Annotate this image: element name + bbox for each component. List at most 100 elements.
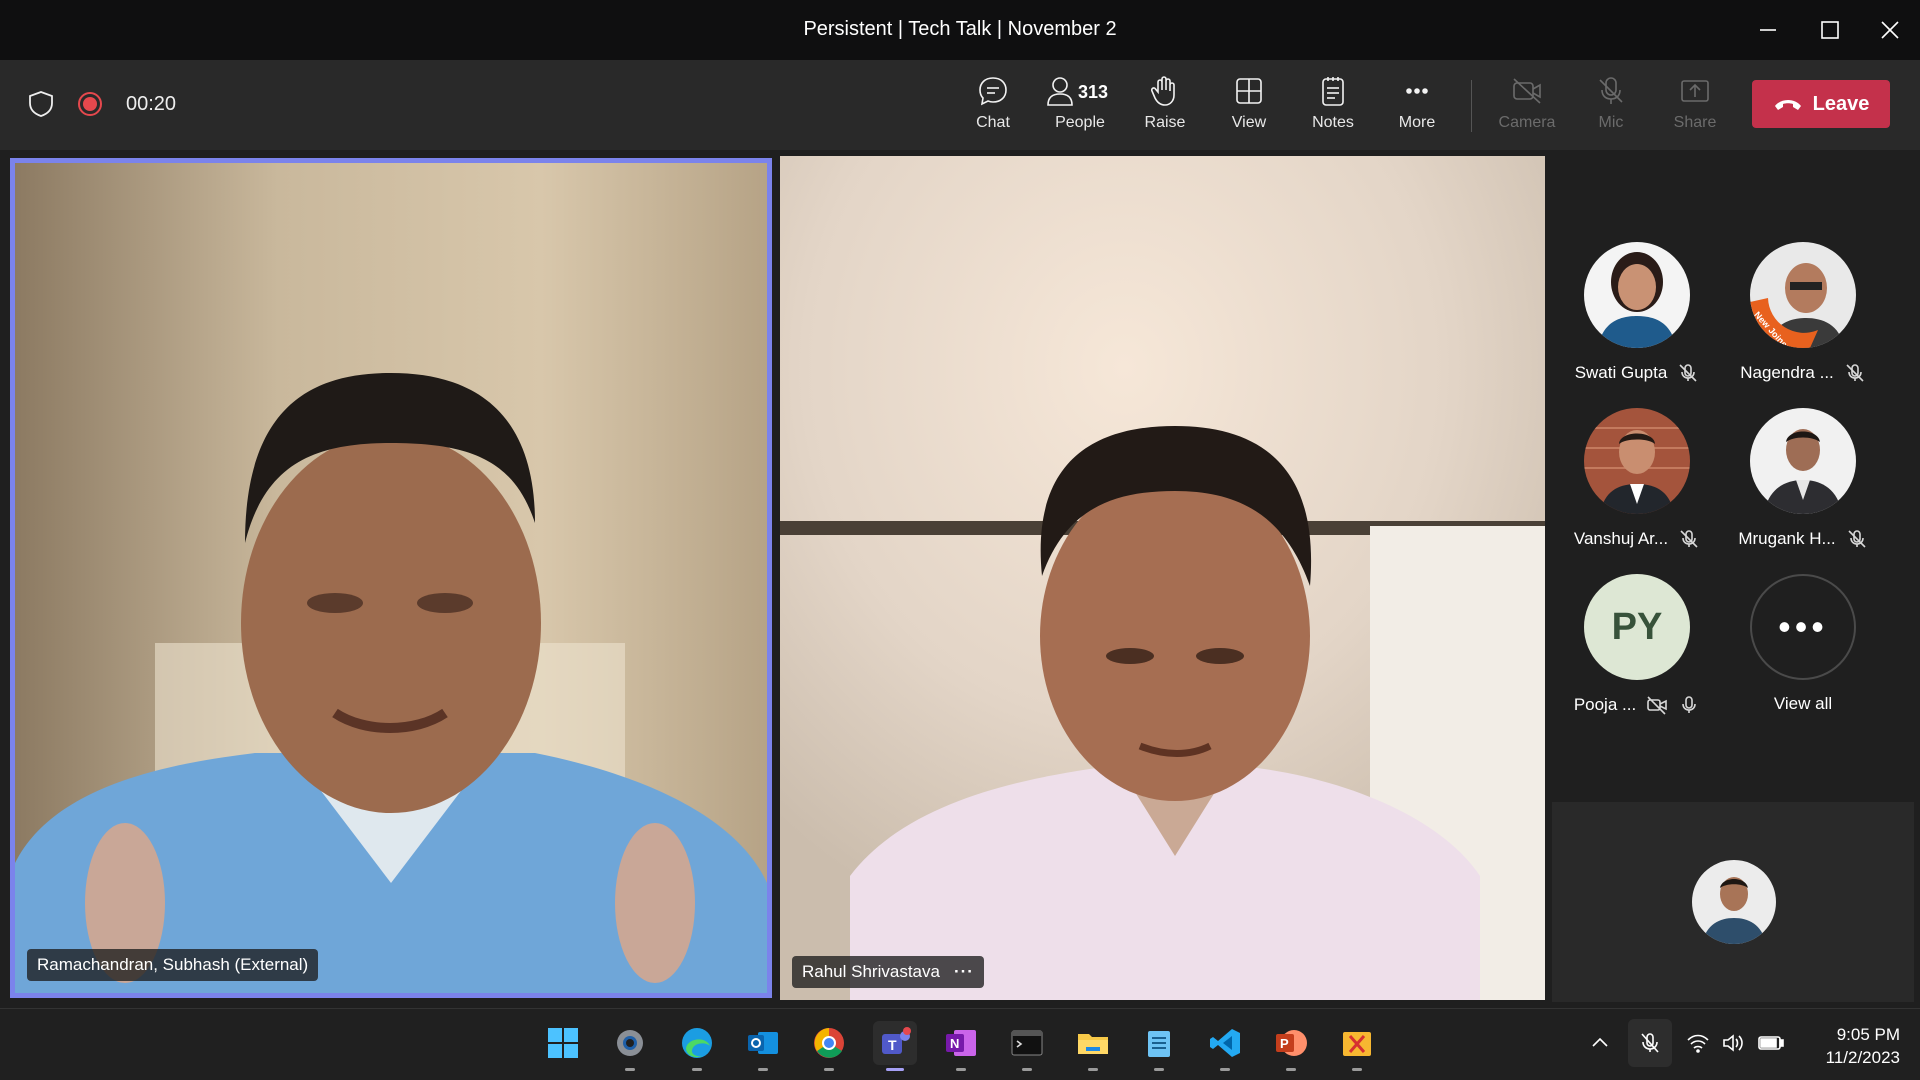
taskbar-powerpoint[interactable]: P: [1269, 1021, 1313, 1071]
vscode-icon: [1210, 1029, 1240, 1057]
start-button[interactable]: [541, 1021, 585, 1065]
minimize-button[interactable]: [1748, 12, 1788, 48]
mic-label: Mic: [1598, 114, 1624, 131]
avatar: [1584, 242, 1690, 348]
meeting-toolbar: 00:20 Chat 313 People Raise View Notes M…: [0, 60, 1920, 150]
notes-button[interactable]: Notes: [1293, 74, 1373, 140]
taskbar-notepad[interactable]: [1137, 1021, 1181, 1071]
mic-off-icon: [1846, 364, 1864, 382]
window-title: Persistent | Tech Talk | November 2: [803, 18, 1117, 40]
people-label: People: [1055, 114, 1105, 131]
taskbar-vscode[interactable]: [1203, 1021, 1247, 1071]
notes-icon: [1322, 77, 1344, 106]
close-window-button[interactable]: [1870, 12, 1910, 48]
mic-off-icon: [1641, 1033, 1659, 1053]
participant-gallery: Swati Gupta New Joiner Nagendra ... Vans…: [1552, 156, 1914, 796]
meeting-timer: 00:20: [126, 92, 177, 115]
outlook-icon: [748, 1032, 778, 1054]
taskbar-snipping-tool[interactable]: [1335, 1021, 1379, 1071]
chat-button[interactable]: Chat: [953, 74, 1033, 140]
wifi-button[interactable]: [1686, 1033, 1710, 1058]
close-icon: [1881, 21, 1899, 39]
participant-video-feed: [780, 156, 1545, 1000]
raise-label: Raise: [1144, 114, 1186, 131]
raise-hand-icon: [1150, 76, 1175, 106]
participant-name: Swati Gupta: [1574, 363, 1668, 382]
running-indicator: [956, 1068, 966, 1071]
maximize-icon: [1821, 21, 1839, 39]
share-button[interactable]: Share: [1655, 74, 1735, 140]
avatar: New Joiner: [1750, 242, 1856, 348]
chat-label: Chat: [976, 114, 1010, 131]
taskbar-teams[interactable]: T: [873, 1021, 917, 1071]
powerpoint-icon: P: [1276, 1030, 1307, 1056]
camera-label: Camera: [1498, 114, 1556, 131]
participant-name: Pooja ...: [1573, 695, 1637, 714]
system-clock[interactable]: 9:05 PM 11/2/2023: [1800, 1023, 1900, 1069]
chrome-icon: [814, 1028, 844, 1058]
title-bar: Persistent | Tech Talk | November 2: [0, 0, 1920, 60]
participant-name: Nagendra ...: [1740, 363, 1834, 382]
video-tile-speaker2[interactable]: Rahul Shrivastava ···: [780, 156, 1545, 1000]
view-label: View: [1231, 114, 1267, 131]
participant-tile[interactable]: Vanshuj Ar...: [1552, 408, 1722, 550]
battery-button[interactable]: [1758, 1035, 1784, 1056]
view-all-label: View all: [1773, 694, 1833, 713]
participant-tile[interactable]: Mrugank H...: [1718, 408, 1888, 550]
mic-button[interactable]: Mic: [1571, 74, 1651, 140]
windows-taskbar: T N P 9:05 PM 11/2/2023: [0, 1008, 1920, 1080]
taskbar-edge[interactable]: [675, 1021, 719, 1071]
leave-button[interactable]: Leave: [1752, 80, 1890, 128]
taskbar-file-explorer[interactable]: [1071, 1021, 1115, 1071]
self-view[interactable]: [1552, 802, 1914, 1002]
participant-tile[interactable]: New Joiner Nagendra ...: [1718, 242, 1888, 384]
people-button[interactable]: 313 People: [1030, 74, 1130, 140]
view-all-button[interactable]: ••• View all: [1718, 574, 1888, 714]
maximize-button[interactable]: [1810, 12, 1850, 48]
camera-button[interactable]: Camera: [1487, 74, 1567, 140]
people-count: 313: [1078, 82, 1109, 102]
taskbar-onenote[interactable]: N: [939, 1021, 983, 1071]
svg-text:T: T: [888, 1037, 897, 1053]
taskbar-settings[interactable]: [608, 1021, 652, 1071]
share-label: Share: [1673, 114, 1717, 131]
participant-tile[interactable]: Swati Gupta: [1552, 242, 1722, 384]
taskbar-chrome[interactable]: [807, 1021, 851, 1071]
running-indicator: [692, 1068, 702, 1071]
running-indicator: [1286, 1068, 1296, 1071]
notepad-icon: [1148, 1031, 1170, 1057]
speaker1-name-tag: Ramachandran, Subhash (External): [27, 949, 319, 981]
running-indicator: [1154, 1068, 1164, 1071]
hang-up-icon: [1774, 100, 1801, 110]
running-indicator: [1220, 1068, 1230, 1071]
view-button[interactable]: View: [1209, 74, 1289, 140]
avatar: [1584, 408, 1690, 514]
raise-hand-button[interactable]: Raise: [1125, 74, 1205, 140]
onenote-icon: N: [946, 1030, 976, 1056]
taskbar-terminal[interactable]: [1005, 1021, 1049, 1071]
running-indicator: [1088, 1068, 1098, 1071]
more-dots-icon: •••: [1750, 574, 1856, 680]
avatar-initials: PY: [1584, 574, 1690, 680]
shield-icon[interactable]: [28, 90, 54, 118]
participant-tile[interactable]: PY Pooja ...: [1552, 574, 1722, 716]
avatar: [1750, 408, 1856, 514]
show-hidden-icons-button[interactable]: [1590, 1035, 1610, 1054]
battery-icon: [1758, 1036, 1784, 1050]
running-indicator: [1352, 1068, 1362, 1071]
self-avatar: [1692, 860, 1776, 944]
running-indicator: [758, 1068, 768, 1071]
folder-icon: [1078, 1034, 1108, 1054]
leave-label: Leave: [1812, 92, 1870, 115]
mic-muted-tray-button[interactable]: [1628, 1019, 1672, 1067]
speaker2-more-options[interactable]: ···: [954, 962, 974, 982]
more-button[interactable]: More: [1377, 74, 1457, 140]
wifi-icon: [1687, 1034, 1709, 1053]
running-indicator: [886, 1068, 904, 1071]
more-dots-icon: [1406, 88, 1428, 94]
volume-button[interactable]: [1722, 1033, 1746, 1058]
speaker1-name: Ramachandran, Subhash (External): [37, 955, 309, 974]
people-icon: [1047, 77, 1073, 106]
video-tile-speaker1[interactable]: Ramachandran, Subhash (External): [10, 158, 772, 998]
taskbar-outlook[interactable]: [741, 1021, 785, 1071]
